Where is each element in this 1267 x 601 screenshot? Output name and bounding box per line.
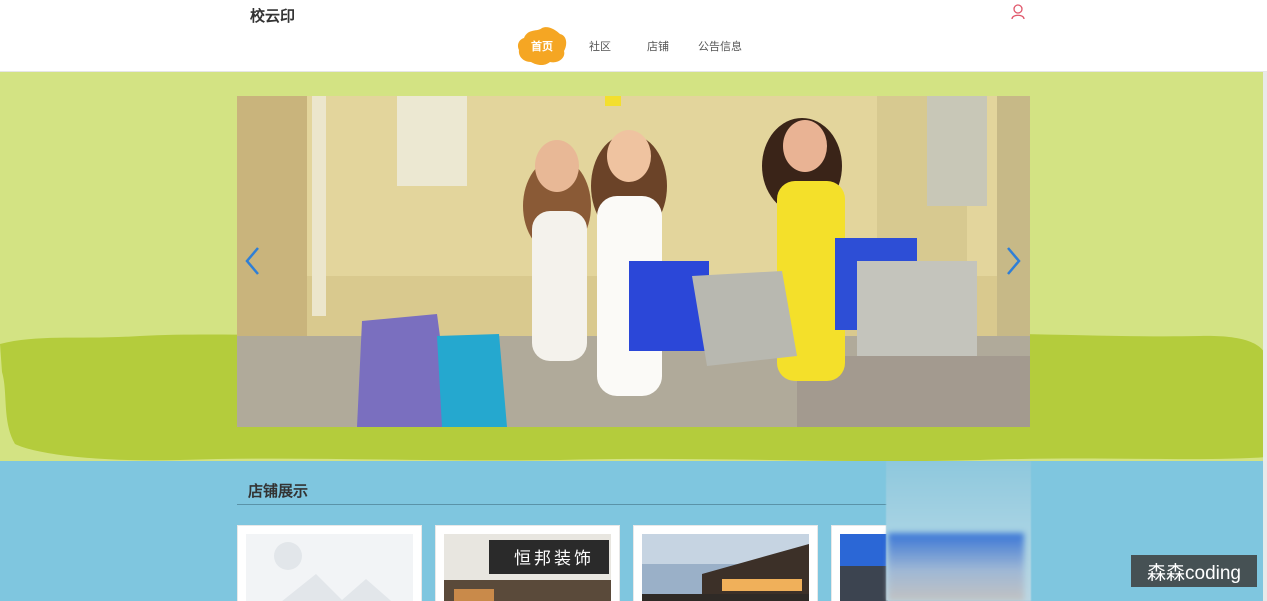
shop-card[interactable] [831,525,888,601]
user-icon[interactable] [1010,3,1026,21]
shop-sign-text: 恒邦装饰 [514,549,594,569]
street-building-photo [642,534,809,601]
main-nav: 首页 社区 店铺 公告信息 [516,26,756,66]
site-logo[interactable]: 校云印 [250,5,295,26]
shop-showcase-section: 店铺展示 恒邦装饰 [0,461,1267,601]
banner-next-button[interactable] [1004,244,1024,278]
shop-image [642,534,809,601]
shopping-photo [237,96,1030,427]
nav-label-home: 首页 [531,41,553,53]
banner-prev-button[interactable] [242,244,262,278]
section-divider [237,504,887,505]
shop-card[interactable] [633,525,818,601]
shop-image: 恒邦装饰 [444,534,611,601]
sky-photo [840,534,888,601]
banner-section [0,72,1267,462]
nav-item-notice[interactable]: 公告信息 [684,27,756,65]
shop-image [840,534,888,601]
banner-slide-image[interactable] [237,96,1030,427]
nav-item-shop[interactable]: 店铺 [632,27,684,65]
site-header: 校云印 首页 社区 店铺 公告信息 [0,0,1267,72]
shop-card[interactable] [237,525,422,601]
blurred-overlay [886,461,1031,601]
section-title: 店铺展示 [248,483,309,500]
nav-item-community[interactable]: 社区 [568,27,632,65]
nav-item-home[interactable]: 首页 [516,26,568,66]
shop-card[interactable]: 恒邦装饰 [435,525,620,601]
placeholder-image [246,534,413,601]
page-scrollbar[interactable] [1263,72,1267,601]
image-placeholder-icon [246,534,413,601]
watermark: 森森coding [1131,555,1257,587]
